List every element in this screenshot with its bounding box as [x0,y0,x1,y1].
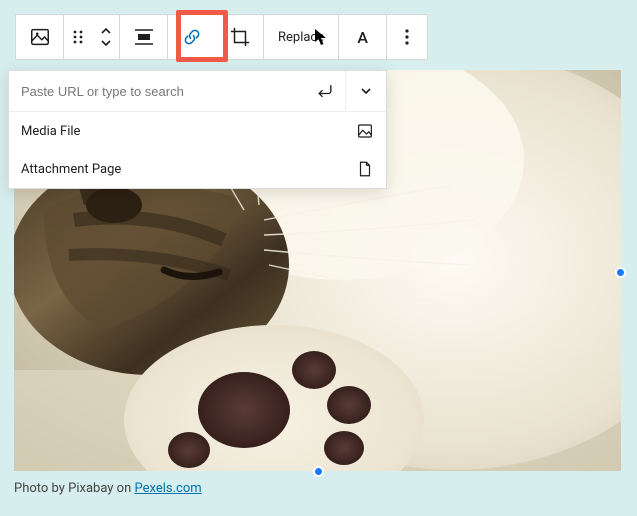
link-popover: Media File Attachment Page [8,70,387,189]
drag-icon [71,29,85,45]
resize-handle-right[interactable] [615,267,626,278]
typography-button[interactable]: A [339,15,387,59]
link-option-attachment-page[interactable]: Attachment Page [9,150,386,188]
image-file-icon [356,122,374,140]
block-type-image-button[interactable] [16,15,64,59]
link-option-label: Attachment Page [21,162,121,177]
crop-icon [229,26,251,48]
move-updown-icon [99,27,113,47]
more-vertical-icon [397,27,417,47]
page-icon [356,160,374,178]
caption-link[interactable]: Pexels.com [135,481,202,496]
submit-url-button[interactable] [305,71,345,111]
crop-button[interactable] [216,15,264,59]
link-option-media-file[interactable]: Media File [9,112,386,150]
resize-handle-bottom[interactable] [313,466,324,477]
align-button[interactable] [120,15,168,59]
replace-button[interactable]: Replace [264,15,339,59]
drag-handle[interactable] [64,15,92,59]
image-caption[interactable]: Photo by Pixabay on Pexels.com [14,481,621,496]
link-button[interactable] [168,15,216,59]
url-input-row [9,71,386,112]
enter-arrow-icon [315,81,335,101]
move-updown-button[interactable] [92,15,120,59]
link-icon [181,26,203,48]
block-toolbar: Replace A [15,14,428,60]
link-settings-toggle[interactable] [345,71,386,111]
image-icon [29,26,51,48]
align-icon [134,28,154,46]
url-input[interactable] [9,71,305,111]
more-options-button[interactable] [387,15,427,59]
mouse-cursor-icon [314,28,328,46]
typography-label: A [357,28,368,47]
caption-text: Photo by Pixabay on [14,481,135,496]
link-option-label: Media File [21,124,80,139]
chevron-down-icon [359,84,373,98]
